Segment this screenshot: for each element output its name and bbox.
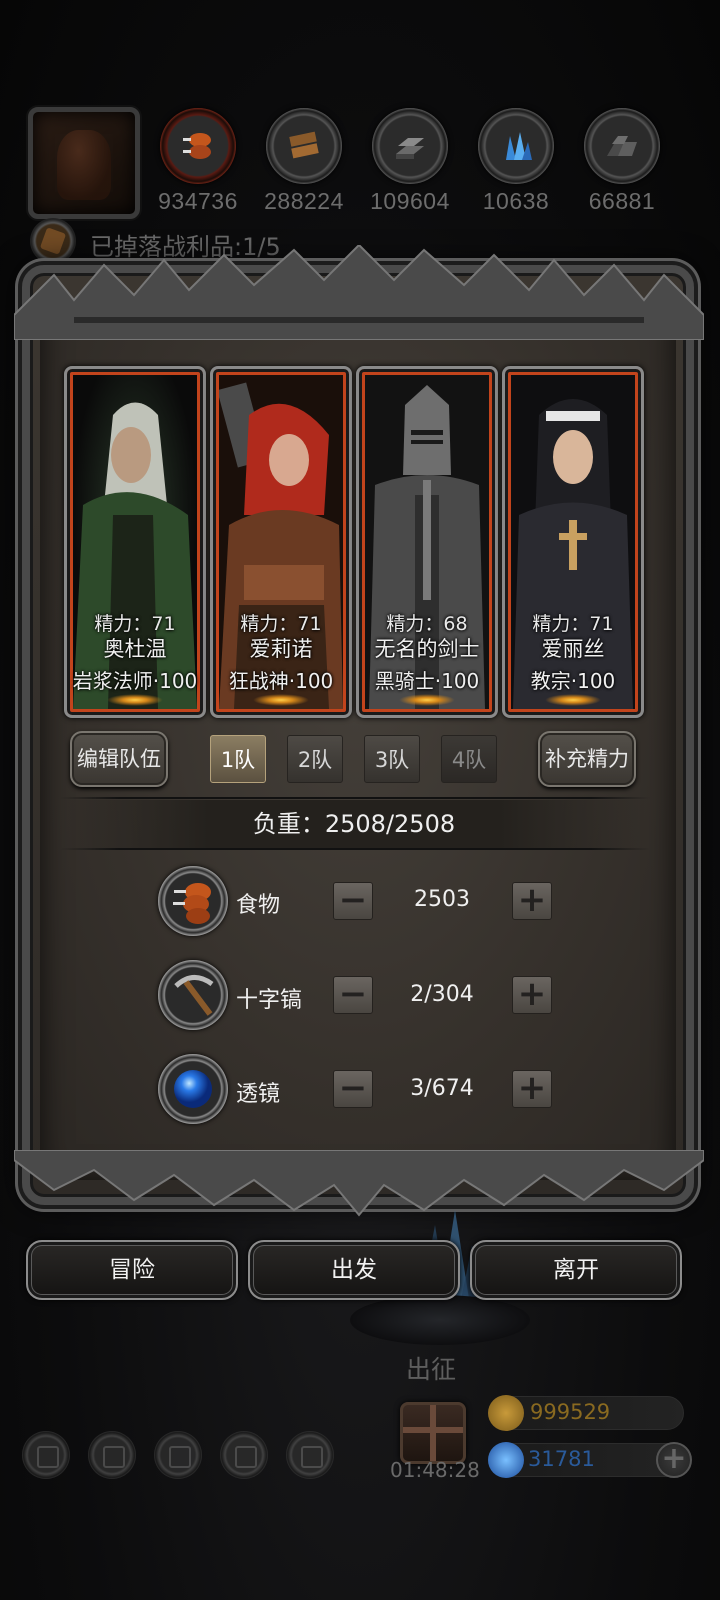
hero-rank-orb-icon — [545, 694, 601, 706]
gem-icon — [488, 1442, 524, 1478]
resource-stone: 66881 — [582, 108, 662, 215]
inventory-icon[interactable] — [286, 1431, 334, 1479]
stone-icon — [584, 108, 660, 184]
resource-wood: 288224 — [264, 108, 344, 215]
tab-team-4[interactable]: 4队 — [441, 735, 497, 783]
add-currency-button[interactable]: + — [656, 1442, 692, 1478]
hero-name: 无名的剑士 — [374, 637, 480, 661]
decrease-lens-button[interactable]: − — [333, 1070, 373, 1108]
hero-rank-orb-icon — [253, 694, 309, 706]
hero-list-icon[interactable] — [154, 1431, 202, 1479]
wood-icon — [266, 108, 342, 184]
hero-portrait-slot[interactable] — [28, 107, 140, 219]
portal-pedestal — [350, 1295, 530, 1345]
mail-icon[interactable] — [220, 1431, 268, 1479]
resource-value: 288224 — [264, 188, 344, 214]
panel-bottom-ornament — [14, 1150, 704, 1217]
expedition-label: 出征 — [406, 1355, 457, 1384]
supply-value: 2503 — [414, 887, 470, 912]
divider — [60, 797, 650, 799]
hero-class-level: 黑骑士·100 — [374, 669, 480, 693]
supply-value: 3/674 — [410, 1076, 474, 1101]
hero-name: 爱丽丝 — [541, 637, 605, 661]
hero-rank-orb-icon — [399, 694, 455, 706]
refill-stamina-button[interactable]: 补充精力 — [538, 731, 636, 787]
leave-button[interactable]: 离开 — [470, 1240, 682, 1300]
supply-label: 透镜 — [236, 1082, 281, 1107]
settings-icon[interactable] — [22, 1431, 70, 1479]
tab-team-3[interactable]: 3队 — [364, 735, 420, 783]
tab-team-1[interactable]: 1队 — [210, 735, 266, 783]
hero-stamina: 精力：71 — [532, 613, 614, 635]
hero-rank-orb-icon — [107, 694, 163, 706]
iron-icon — [372, 108, 448, 184]
tab-team-2[interactable]: 2队 — [287, 735, 343, 783]
food-icon — [158, 866, 228, 936]
hero-name: 爱莉诺 — [249, 637, 313, 661]
hero-card[interactable]: 精力：71 爱莉诺 狂战神·100 — [210, 366, 352, 718]
hero-card[interactable]: 精力：68 无名的剑士 黑骑士·100 — [356, 366, 498, 718]
supply-label: 十字镐 — [236, 988, 303, 1013]
hooded-figure-icon — [57, 130, 111, 200]
panel-top-ornament — [14, 245, 704, 340]
resource-iron: 109604 — [370, 108, 450, 215]
hero-class-level: 狂战神·100 — [228, 669, 334, 693]
supply-value: 2/304 — [410, 982, 474, 1007]
gold-value: 999529 — [530, 1400, 611, 1424]
hero-class-level: 教宗·100 — [530, 669, 616, 693]
increase-food-button[interactable]: + — [512, 882, 552, 920]
hero-card[interactable]: 精力：71 爱丽丝 教宗·100 — [502, 366, 644, 718]
divider — [60, 848, 650, 850]
carry-weight: 负重：2508/2508 — [62, 800, 646, 848]
lens-icon — [158, 1054, 228, 1124]
resource-value: 109604 — [370, 188, 450, 214]
resource-value: 10638 — [482, 188, 550, 214]
increase-pickaxe-button[interactable]: + — [512, 976, 552, 1014]
hero-class-level: 岩浆法师·100 — [72, 669, 198, 693]
increase-lens-button[interactable]: + — [512, 1070, 552, 1108]
gem-value: 31781 — [528, 1447, 595, 1471]
hero-stamina: 精力：71 — [94, 613, 176, 635]
hero-card[interactable]: 精力：71 奥杜温 岩浆法师·100 — [64, 366, 206, 718]
depart-button[interactable]: 出发 — [248, 1240, 460, 1300]
resource-value: 934736 — [158, 188, 238, 214]
resource-crystal: 10638 — [476, 108, 556, 215]
gift-box-icon[interactable] — [400, 1402, 466, 1464]
gold-coin-icon — [488, 1395, 524, 1431]
resource-food: 934736 — [158, 108, 238, 215]
resource-value: 66881 — [588, 188, 656, 214]
star-icon[interactable] — [88, 1431, 136, 1479]
hero-stamina: 精力：71 — [240, 613, 322, 635]
gift-timer: 01:48:28 — [390, 1458, 480, 1482]
decrease-food-button[interactable]: − — [333, 882, 373, 920]
pickaxe-icon — [158, 960, 228, 1030]
food-icon — [160, 108, 236, 184]
supply-label: 食物 — [236, 893, 281, 918]
crystal-icon — [478, 108, 554, 184]
hero-name: 奥杜温 — [103, 637, 167, 661]
adventure-button[interactable]: 冒险 — [26, 1240, 238, 1300]
edit-team-button[interactable]: 编辑队伍 — [70, 731, 168, 787]
decrease-pickaxe-button[interactable]: − — [333, 976, 373, 1014]
hero-stamina: 精力：68 — [386, 613, 468, 635]
